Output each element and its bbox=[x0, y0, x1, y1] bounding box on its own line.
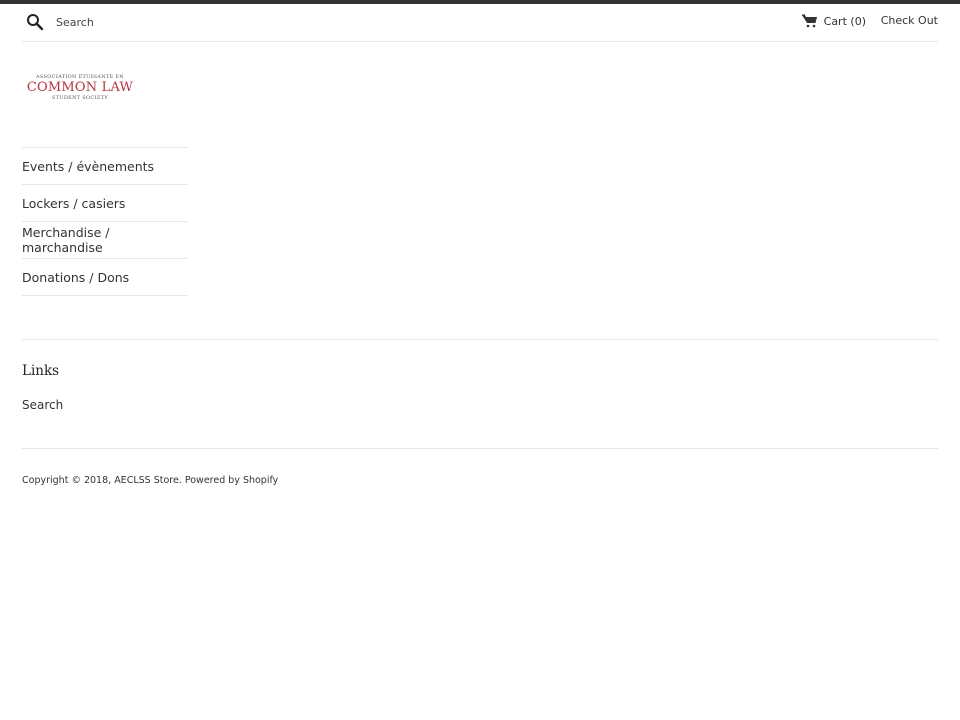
nav-link-lockers[interactable]: Lockers / casiers bbox=[22, 196, 125, 211]
nav-item-merchandise: Merchandise / marchandise bbox=[22, 222, 188, 259]
nav-item-lockers: Lockers / casiers bbox=[22, 185, 188, 222]
footer-search-link[interactable]: Search bbox=[22, 398, 63, 412]
nav-link-donations[interactable]: Donations / Dons bbox=[22, 270, 129, 285]
nav-item-events: Events / évènements bbox=[22, 148, 188, 185]
store-name-link[interactable]: AECLSS Store bbox=[114, 475, 179, 486]
site-header: Cart (0) Check Out bbox=[22, 4, 938, 42]
sidebar-nav: Events / évènements Lockers / casiers Me… bbox=[22, 147, 188, 296]
store-logo[interactable]: ASSOCIATION ÉTUDIANTE EN COMMON LAW STUD… bbox=[26, 74, 134, 104]
powered-by-link[interactable]: Powered by Shopify bbox=[185, 475, 278, 486]
nav-link-merchandise[interactable]: Merchandise / marchandise bbox=[22, 225, 188, 255]
footer-links-heading: Links bbox=[22, 363, 60, 379]
search-input[interactable] bbox=[56, 12, 356, 32]
copyright-prefix: Copyright © 2018, bbox=[22, 475, 115, 486]
nav-item-donations: Donations / Dons bbox=[22, 259, 188, 296]
logo-line-2: COMMON LAW bbox=[26, 80, 134, 95]
copyright-text: Copyright © 2018, AECLSS Store. Powered … bbox=[22, 475, 278, 486]
cart-label: Cart bbox=[823, 14, 847, 28]
footer-divider-bottom bbox=[22, 448, 938, 449]
cart-link[interactable]: Cart (0) bbox=[801, 14, 866, 28]
logo-line-3: STUDENT SOCIETY bbox=[51, 95, 109, 101]
nav-link-events[interactable]: Events / évènements bbox=[22, 159, 154, 174]
search-icon[interactable] bbox=[26, 13, 44, 31]
cart-count: (0) bbox=[850, 14, 866, 28]
cart-icon bbox=[801, 14, 817, 28]
checkout-link[interactable]: Check Out bbox=[881, 14, 938, 27]
footer-divider-top bbox=[22, 339, 938, 340]
